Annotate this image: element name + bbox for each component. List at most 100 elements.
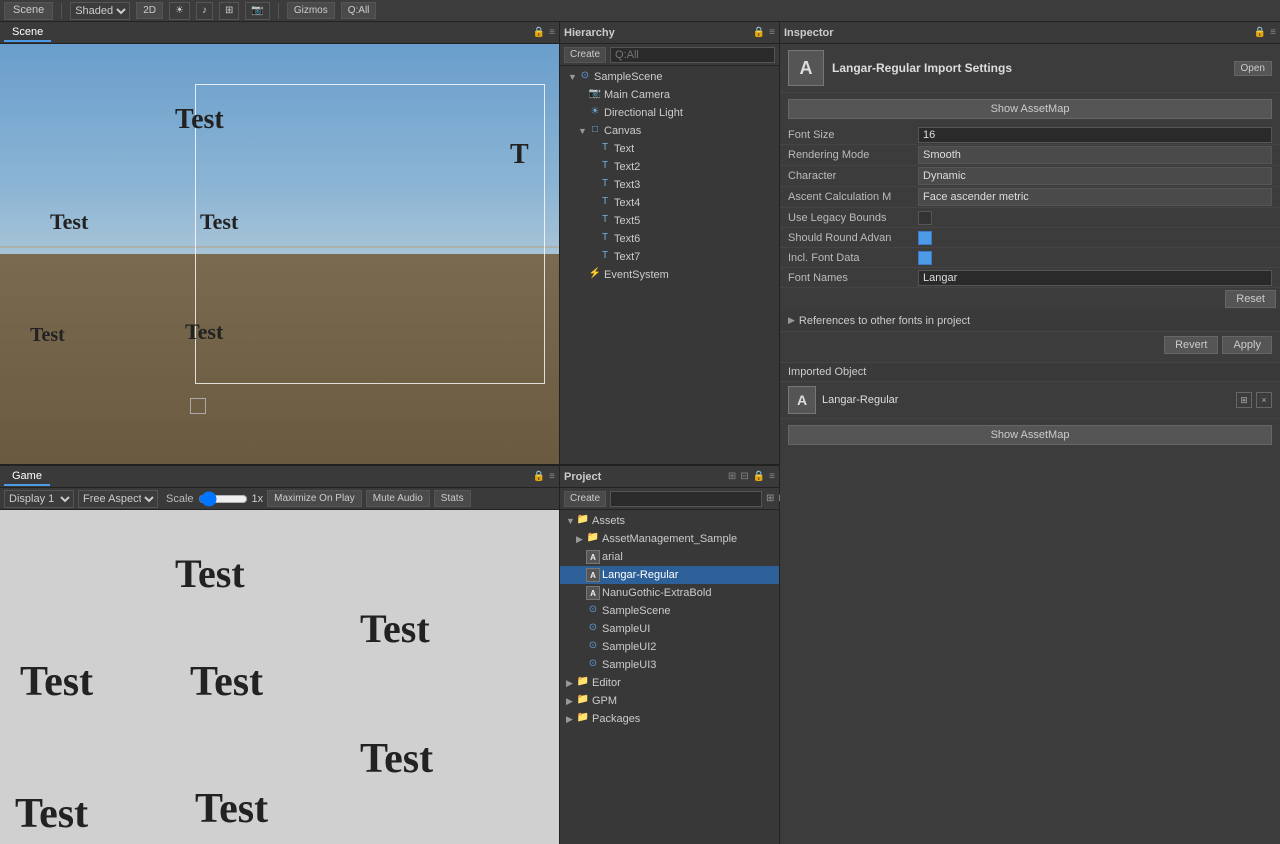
game-panel: Game 🔒 ≡ Display 1 Free Aspect Scale 1x … bbox=[0, 464, 560, 844]
use-legacy-checkbox[interactable] bbox=[918, 211, 932, 225]
hierarchy-item-maincamera[interactable]: 📷 Main Camera bbox=[560, 86, 779, 104]
inspector-panel: Inspector 🔒 ≡ A Langar-Regular Import Se… bbox=[780, 22, 1280, 844]
gpm-arrow: ▶ bbox=[566, 696, 576, 707]
rendering-mode-value[interactable]: Smooth bbox=[918, 146, 1272, 164]
hierarchy-item-text3[interactable]: T Text3 bbox=[560, 176, 779, 194]
hierarchy-menu-icon[interactable]: ≡ bbox=[769, 27, 775, 38]
scene-viewport: Test T Test Test Test Test bbox=[0, 44, 559, 464]
incl-font-checkbox[interactable] bbox=[918, 251, 932, 265]
inspector-lock-icon[interactable]: 🔒 bbox=[1254, 27, 1266, 38]
action-btn-row: Revert Apply bbox=[780, 332, 1280, 358]
show-assetmap-bottom-btn[interactable]: Show AssetMap bbox=[788, 425, 1272, 445]
show-assetmap-top-btn[interactable]: Show AssetMap bbox=[788, 99, 1272, 119]
should-round-checkbox[interactable] bbox=[918, 231, 932, 245]
project-icon1[interactable]: ⊞ bbox=[728, 471, 736, 482]
2d-btn[interactable]: 2D bbox=[136, 2, 163, 19]
project-item-assets[interactable]: ▼ 📁 Assets bbox=[560, 512, 779, 530]
project-item-gpm[interactable]: ▶ 📁 GPM bbox=[560, 692, 779, 710]
gizmos-btn[interactable]: Gizmos bbox=[287, 2, 335, 19]
sampleui2-icon: ⊙ bbox=[586, 640, 600, 654]
hierarchy-item-text5[interactable]: T Text5 bbox=[560, 212, 779, 230]
imported-obj-header: Imported Object bbox=[780, 362, 1280, 382]
game-text-7: Test bbox=[195, 785, 268, 833]
hierarchy-panel: Hierarchy 🔒 ≡ Create ▼ ⊙ SampleScene bbox=[560, 22, 779, 464]
mute-btn[interactable]: Mute Audio bbox=[366, 490, 430, 507]
imported-copy-icon[interactable]: ⊞ bbox=[1236, 392, 1252, 408]
hierarchy-item-text4[interactable]: T Text4 bbox=[560, 194, 779, 212]
hierarchy-item-text2[interactable]: T Text2 bbox=[560, 158, 779, 176]
project-item-arial[interactable]: A arial bbox=[560, 548, 779, 566]
project-item-assetmgmt[interactable]: ▶ 📁 AssetManagement_Sample bbox=[560, 530, 779, 548]
font-names-input[interactable] bbox=[918, 270, 1272, 286]
game-tab[interactable]: Game bbox=[4, 468, 50, 486]
view-mode-dropdown[interactable]: Shaded bbox=[70, 2, 130, 20]
project-icon2[interactable]: ⊟ bbox=[740, 471, 748, 482]
project-search[interactable] bbox=[610, 491, 762, 507]
game-lock-icon[interactable]: 🔒 bbox=[533, 471, 545, 482]
imported-close-icon[interactable]: × bbox=[1256, 392, 1272, 408]
inspector-top-icons: 🔒 ≡ bbox=[1254, 27, 1276, 38]
use-legacy-label: Use Legacy Bounds bbox=[788, 212, 918, 224]
samplescene-arrow: ▼ bbox=[568, 72, 578, 82]
character-value[interactable]: Dynamic bbox=[918, 167, 1272, 185]
text7-label: Text7 bbox=[614, 251, 640, 263]
aspect-dropdown[interactable]: Free Aspect bbox=[78, 490, 158, 508]
hierarchy-search[interactable] bbox=[610, 47, 775, 63]
project-item-samplescene[interactable]: ⊙ SampleScene bbox=[560, 602, 779, 620]
project-item-packages[interactable]: ▶ 📁 Packages bbox=[560, 710, 779, 728]
project-item-editor[interactable]: ▶ 📁 Editor bbox=[560, 674, 779, 692]
inspector-menu-icon[interactable]: ≡ bbox=[1270, 27, 1276, 38]
editor-label: Editor bbox=[592, 677, 621, 689]
hierarchy-item-text7[interactable]: T Text7 bbox=[560, 248, 779, 266]
scale-value: 1x bbox=[252, 493, 264, 505]
hierarchy-create-btn[interactable]: Create bbox=[564, 47, 606, 63]
open-btn[interactable]: Open bbox=[1234, 61, 1272, 76]
hierarchy-item-samplescene[interactable]: ▼ ⊙ SampleScene bbox=[560, 68, 779, 86]
project-item-nanu[interactable]: A NanuGothic-ExtraBold bbox=[560, 584, 779, 602]
project-create-btn[interactable]: Create bbox=[564, 491, 606, 507]
audio-icon-btn[interactable]: ♪ bbox=[196, 2, 213, 20]
scene-lock-icon[interactable]: 🔒 bbox=[533, 27, 545, 38]
project-content[interactable]: ▼ 📁 Assets ▶ 📁 AssetManagement_Sample A … bbox=[560, 510, 779, 844]
game-panel-tab-bar: Game 🔒 ≡ bbox=[0, 466, 559, 488]
hierarchy-content[interactable]: ▼ ⊙ SampleScene 📷 Main Camera ☀ Directio… bbox=[560, 66, 779, 464]
project-item-sampleui[interactable]: ⊙ SampleUI bbox=[560, 620, 779, 638]
font-size-field: Font Size bbox=[780, 125, 1280, 145]
revert-btn[interactable]: Revert bbox=[1164, 336, 1218, 354]
hierarchy-item-eventsystem[interactable]: ⚡ EventSystem bbox=[560, 266, 779, 284]
reset-btn[interactable]: Reset bbox=[1225, 290, 1276, 308]
camera-icon-btn[interactable]: 📷 bbox=[245, 2, 269, 20]
project-item-sampleui2[interactable]: ⊙ SampleUI2 bbox=[560, 638, 779, 656]
dirlight-label: Directional Light bbox=[604, 107, 683, 119]
project-item-langar[interactable]: A Langar-Regular bbox=[560, 566, 779, 584]
project-item-sampleui3[interactable]: ⊙ SampleUI3 bbox=[560, 656, 779, 674]
stats-btn[interactable]: Stats bbox=[434, 490, 471, 507]
hierarchy-item-text6[interactable]: T Text6 bbox=[560, 230, 779, 248]
text-label: Text bbox=[614, 143, 634, 155]
scene-menu-icon[interactable]: ≡ bbox=[549, 27, 555, 38]
hierarchy-item-text[interactable]: T Text bbox=[560, 140, 779, 158]
sampleui-label: SampleUI bbox=[602, 623, 650, 635]
project-lock-icon[interactable]: 🔒 bbox=[753, 471, 765, 482]
toolbar-sep-2 bbox=[278, 3, 279, 19]
font-size-input[interactable] bbox=[918, 127, 1272, 143]
game-menu-icon[interactable]: ≡ bbox=[549, 471, 555, 482]
ascent-calc-value[interactable]: Face ascender metric bbox=[918, 188, 1272, 206]
refs-section-header[interactable]: ▶ References to other fonts in project bbox=[780, 310, 1280, 332]
apply-btn[interactable]: Apply bbox=[1222, 336, 1272, 354]
scale-slider[interactable] bbox=[198, 493, 248, 505]
hierarchy-item-canvas[interactable]: ▼ □ Canvas bbox=[560, 122, 779, 140]
all-btn[interactable]: Q:All bbox=[341, 2, 377, 19]
effects-icon-btn[interactable]: ⊞ bbox=[219, 2, 239, 20]
text4-icon: T bbox=[598, 196, 612, 210]
hierarchy-item-dirlight[interactable]: ☀ Directional Light bbox=[560, 104, 779, 122]
scene-tab[interactable]: Scene bbox=[4, 24, 51, 42]
maximize-btn[interactable]: Maximize On Play bbox=[267, 490, 362, 507]
lighting-icon-btn[interactable]: ☀ bbox=[169, 2, 190, 20]
project-menu-icon[interactable]: ≡ bbox=[769, 471, 775, 482]
main-layout: Scene 🔒 ≡ Test T Test Test Test Test bbox=[0, 22, 1280, 844]
display-dropdown[interactable]: Display 1 bbox=[4, 490, 74, 508]
hierarchy-lock-icon[interactable]: 🔒 bbox=[753, 27, 765, 38]
project-search-icon[interactable]: ⊞ bbox=[766, 493, 774, 504]
scene-tab-btn[interactable]: Scene bbox=[4, 2, 53, 20]
